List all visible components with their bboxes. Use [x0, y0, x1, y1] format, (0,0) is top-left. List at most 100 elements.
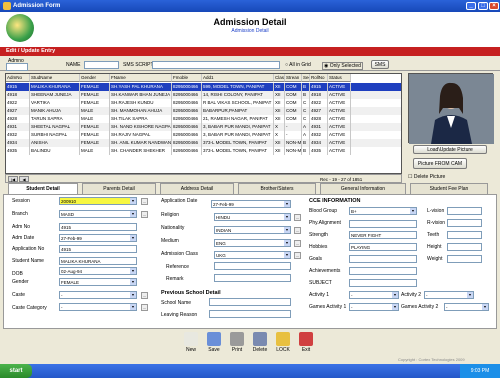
adm-no-input[interactable]: 4915 [59, 223, 137, 231]
adm-date-picker[interactable]: 27-Feb-99 ▼ [59, 234, 137, 242]
admno-filter-input[interactable] [6, 63, 28, 71]
all-in-grid-radio[interactable]: ○ All in Grid [285, 62, 311, 68]
app-no-input[interactable]: 4915 [59, 245, 137, 253]
new-button[interactable]: New [180, 330, 202, 358]
dob-picker[interactable]: 02-Aug-94 ▼ [59, 267, 137, 275]
table-cell: MALE [80, 115, 110, 123]
phy-alignment-input[interactable] [349, 220, 417, 228]
minimize-button[interactable]: _ [466, 2, 476, 10]
table-row[interactable]: 4931 SHEETAL NAGPAL FEMALE SH. NAND KISHORE… [6, 123, 401, 131]
tab-student-fee-plan[interactable]: Student Fee Plan [410, 183, 488, 194]
height-input[interactable] [447, 243, 482, 251]
table-cell: ACTIVE [328, 115, 351, 123]
strength-input[interactable]: NEVER FIGHT [349, 231, 417, 239]
table-cell: B [302, 91, 310, 99]
activity2-select[interactable]: - ▼ [424, 291, 474, 299]
hobbies-input[interactable]: PLAYING [349, 243, 417, 251]
lock-button[interactable]: LOCK [272, 330, 294, 358]
nationality-lookup-button[interactable]: … [294, 227, 301, 234]
table-row[interactable]: 4928 TARUN SAPRA MALE SH.TILAK SAPRA 8295000… [6, 115, 401, 123]
gender-select[interactable]: FEMALE ▼ [59, 278, 137, 286]
adm-class-select[interactable]: UKG ▼ [214, 251, 291, 259]
close-button[interactable]: × [489, 2, 499, 10]
blood-group-select[interactable]: B+ ▼ [349, 207, 417, 215]
table-cell: 8295000466 [172, 107, 202, 115]
caste-category-lookup-button[interactable]: … [141, 304, 148, 311]
table-row[interactable]: 4934 ANISHA FEMALE SH. ANIL KUMAR NANDWANI 8… [6, 139, 401, 147]
student-name-input[interactable]: MALIKA KHURANA [59, 257, 137, 265]
lvision-input[interactable] [447, 207, 482, 215]
table-row[interactable]: 4915 MALIKA KHURANA FEMALE SH.YASH PAL KHUR… [6, 83, 401, 91]
student-name-label: Student Name [12, 258, 44, 264]
religion-lookup-button[interactable]: … [294, 214, 301, 221]
chevron-down-icon: ▼ [284, 201, 290, 207]
activity1-select[interactable]: - ▼ [349, 291, 399, 299]
picture-from-cam-button[interactable]: Picture FROM CAM [413, 158, 467, 169]
name-filter-input[interactable] [84, 61, 119, 69]
start-button[interactable]: start [0, 364, 32, 378]
nav-first-button[interactable]: |◀ [8, 176, 18, 182]
medium-lookup-button[interactable]: … [294, 240, 301, 247]
session-select[interactable]: 200910 ▼ [59, 197, 137, 205]
achievements-label: Achievements [309, 268, 341, 274]
maximize-button[interactable]: □ [478, 2, 488, 10]
religion-select[interactable]: HINDU ▼ [214, 213, 291, 221]
student-grid[interactable]: AdmNoStudNameGenderFNameFmobleAdd1ClassS… [5, 73, 402, 174]
adm-class-lookup-button[interactable]: … [294, 252, 301, 259]
table-cell: A [302, 131, 310, 139]
subject-input[interactable] [349, 279, 417, 287]
branch-select[interactable]: MASD ▼ [59, 210, 137, 218]
games1-select[interactable]: - ▼ [349, 303, 399, 311]
table-row[interactable]: 4932 SURBHI NAGPAL FEMALE SH.RAJIV NAGPAL 82… [6, 131, 401, 139]
reference-input[interactable] [214, 262, 291, 270]
table-row[interactable]: 4935 BALINDU MALE SH. CHANDER SHEKHER 829500… [6, 147, 401, 155]
app-date-picker[interactable]: 27-Feb-99 ▼ [211, 200, 291, 208]
delete-button[interactable]: Delete [249, 330, 271, 358]
tab-general-information[interactable]: General Information [320, 183, 406, 194]
delete-picture-checkbox[interactable]: ☐ Delete Picture [408, 174, 445, 180]
sms-button[interactable]: SMS [371, 60, 389, 69]
tab-address-detail[interactable]: Address Detail [160, 183, 234, 194]
tab-parents-detail[interactable]: Parents Detail [82, 183, 156, 194]
medium-select[interactable]: ENG ▼ [214, 239, 291, 247]
only-selected-radio[interactable]: ◉ Only Selected [322, 62, 363, 70]
table-cell: XII [274, 107, 285, 115]
column-header: StudName [30, 74, 80, 82]
table-cell: SH. ANIL KUMAR NANDWANI [111, 139, 172, 147]
caste-lookup-button[interactable]: … [141, 292, 148, 299]
school-name-input[interactable] [209, 298, 291, 306]
table-cell: 14, RISHI COLONY, PANIPAT [202, 91, 274, 99]
table-cell: XII [274, 91, 285, 99]
table-row[interactable]: 4922 VARTIKA FEMALE SH.RAJESH KUNDU 82950004… [6, 99, 401, 107]
goals-input[interactable] [349, 255, 417, 263]
session-lookup-button[interactable]: … [141, 198, 148, 205]
grid-footer: |◀ ◀ Rec - 19 - 27 of 1851 [5, 174, 402, 183]
sms-script-input[interactable] [152, 61, 280, 69]
teeth-input[interactable] [447, 231, 482, 239]
table-cell: COM [285, 115, 302, 123]
delete-picture-label: Delete Picture [413, 174, 446, 180]
phy-alignment-label: Phy.Alignment [309, 220, 341, 226]
table-row[interactable]: 4927 MANIK AHUJA MALE SH. MANMOHAN AHUJA 829… [6, 107, 401, 115]
exit-button[interactable]: Exit [295, 330, 317, 358]
save-button[interactable]: Save [203, 330, 225, 358]
tab-brother-sisters[interactable]: Brother/Sisters [238, 183, 316, 194]
branch-lookup-button[interactable]: … [141, 211, 148, 218]
remark-input[interactable] [214, 274, 291, 282]
rvision-input[interactable] [447, 219, 482, 227]
table-cell: 8295000466 [172, 83, 202, 91]
achievements-input[interactable] [349, 267, 417, 275]
nav-prev-button[interactable]: ◀ [19, 176, 29, 182]
school-logo [6, 14, 34, 42]
games2-select[interactable]: - ▼ [444, 303, 489, 311]
caste-category-select[interactable]: - ▼ [59, 303, 137, 311]
caste-select[interactable]: - ▼ [59, 291, 137, 299]
nationality-select[interactable]: INDIAN ▼ [214, 226, 291, 234]
table-cell: A [302, 123, 310, 131]
exit-icon [299, 332, 313, 346]
table-row[interactable]: 4918 SHEENAM JUNEJA FEMALE SH.KANWAR BHAN J… [6, 91, 401, 99]
weight-input[interactable] [447, 255, 482, 263]
leaving-reason-input[interactable] [209, 310, 291, 318]
print-button[interactable]: Print [226, 330, 248, 358]
load-picture-button[interactable]: Load\Update Picture [413, 145, 487, 154]
